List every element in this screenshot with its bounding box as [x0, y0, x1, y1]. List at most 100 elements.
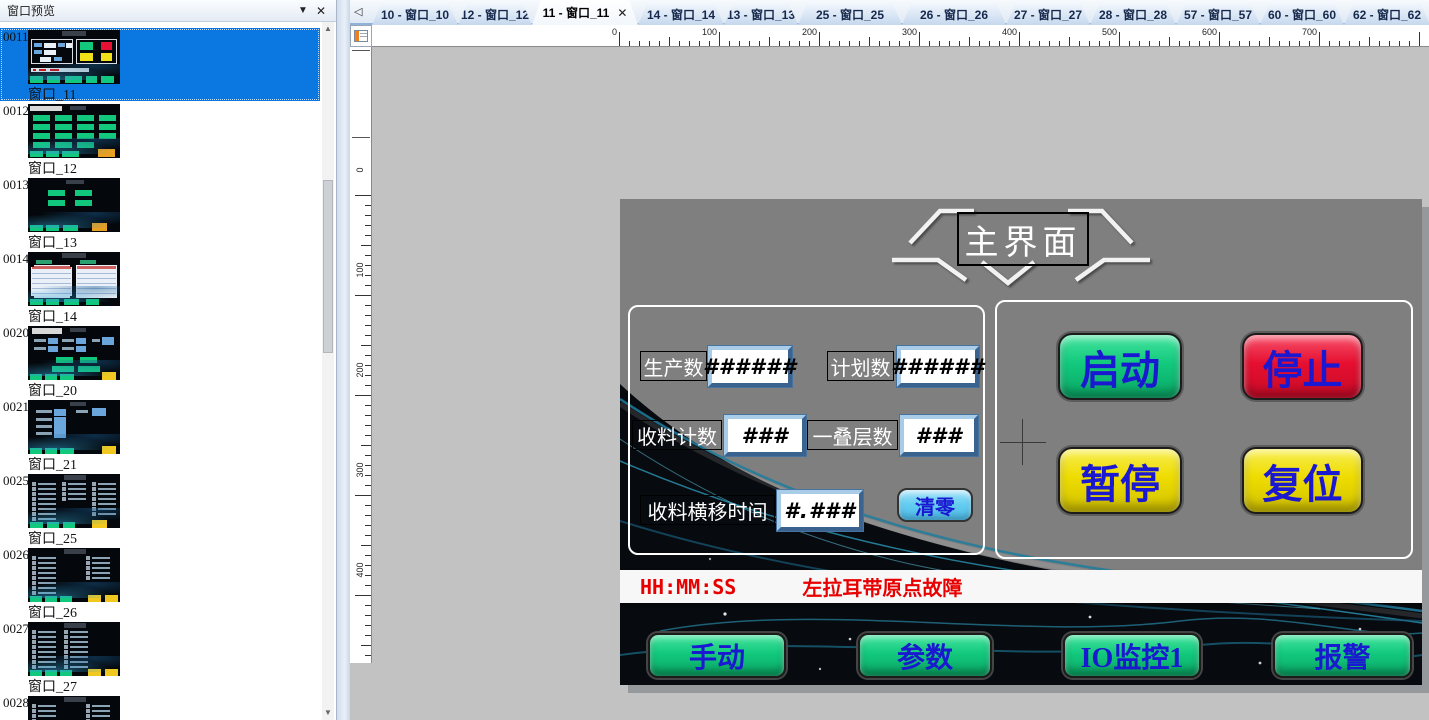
window-name: 窗口_27 [28, 676, 77, 696]
tab-label: 25 - 窗口_25 [816, 6, 884, 23]
hmi-design-window[interactable]: 主界面 生产数 ###### 计划数 ###### 收料计数 ### 一叠层数 … [620, 199, 1422, 685]
thumbnail-wave-decoration [28, 212, 120, 228]
alarm-time: HH:MM:SS [640, 575, 736, 599]
field-label-plan-count[interactable]: 计划数 [827, 351, 894, 381]
window-thumbnail[interactable] [28, 696, 120, 720]
page-icon [354, 30, 368, 42]
nav-alarm-button[interactable]: 报警 [1273, 633, 1412, 678]
window-preview-panel: 窗口预览 ▼ ✕ 0011窗口_110012窗口_120013窗口_130014… [0, 0, 336, 720]
sidebar-window-item[interactable]: 0025窗口_25 [0, 472, 320, 545]
window-name: 窗口_20 [28, 380, 77, 400]
window-preview-list: 0011窗口_11 0012 窗口_120013窗口_13 0014 窗口_140020… [0, 22, 322, 720]
window-thumbnail[interactable] [28, 252, 120, 306]
ruler-label: 700 [1277, 27, 1317, 37]
numeric-display-traverse-time[interactable]: #.### [777, 490, 863, 531]
pause-button[interactable]: 暂停 [1058, 447, 1182, 514]
alarm-status-bar[interactable]: HH:MM:SS 左拉耳带原点故障 [620, 570, 1422, 603]
window-thumbnail[interactable] [28, 178, 120, 232]
ruler-label: 200 [355, 355, 365, 385]
tab-10-10[interactable]: 10 - 窗口_10 [372, 4, 458, 25]
scrollbar-thumb[interactable] [323, 180, 333, 353]
tab-13-13[interactable]: 13 - 窗口_13 [724, 4, 798, 25]
tab-57-57[interactable]: 57 - 窗口_57 [1176, 4, 1260, 25]
sidebar-window-item[interactable]: 0021窗口_21 [0, 398, 320, 471]
sidebar-window-item[interactable]: 0012 窗口_12 [0, 102, 320, 175]
tab-26-26[interactable]: 26 - 窗口_26 [902, 4, 1006, 25]
numeric-display-production-count[interactable]: ###### [708, 346, 792, 387]
screen-title[interactable]: 主界面 [957, 212, 1089, 266]
ruler-label: 0 [577, 27, 617, 37]
panel-dropdown-icon[interactable]: ▼ [294, 5, 312, 16]
tab-60-60[interactable]: 60 - 窗口_60 [1260, 4, 1344, 25]
scroll-down-icon[interactable]: ▼ [322, 706, 334, 720]
sidebar-window-item[interactable]: 0020 窗口_20 [0, 324, 320, 397]
thumbnail-wave-decoration [28, 508, 120, 524]
numeric-display-collect-count[interactable]: ### [724, 415, 806, 456]
numeric-display-stack-layers[interactable]: ### [900, 415, 978, 456]
sidebar-window-item[interactable]: 0027 窗口_27 [0, 620, 320, 693]
window-thumbnail[interactable] [28, 474, 120, 528]
clear-button[interactable]: 清零 [897, 488, 973, 522]
tab-28-28[interactable]: 28 - 窗口_28 [1090, 4, 1176, 25]
tab-scroll-left-icon[interactable]: ◁ [354, 5, 362, 18]
window-tab-bar: ◁ 10 - 窗口_1012 - 窗口_1211 - 窗口_11✕14 - 窗口… [350, 0, 1429, 25]
ruler-label: 500 [1077, 27, 1117, 37]
horizontal-ruler: 0100200300400500600700 [372, 25, 1429, 47]
nav-io-monitor-button[interactable]: IO监控1 [1063, 633, 1201, 678]
window-thumbnail[interactable] [28, 622, 120, 676]
sidebar-window-item[interactable]: 0013窗口_13 [0, 176, 320, 249]
panel-splitter[interactable] [336, 0, 350, 720]
nav-manual-button[interactable]: 手动 [648, 633, 786, 678]
tab-27-27[interactable]: 27 - 窗口_27 [1006, 4, 1090, 25]
ruler-label: 300 [355, 455, 365, 485]
ruler-corner-button[interactable] [350, 25, 372, 47]
sidebar-window-item[interactable]: 0028窗口_28 [0, 694, 320, 720]
preview-panel-header: 窗口预览 ▼ ✕ [0, 0, 336, 22]
window-name: 窗口_26 [28, 602, 77, 622]
center-crosshair-icon [1022, 419, 1023, 465]
window-number: 0027 [3, 621, 29, 637]
window-number: 0012 [3, 103, 29, 119]
tab-62-62[interactable]: 62 - 窗口_62 [1344, 4, 1429, 25]
window-thumbnail[interactable] [28, 326, 120, 380]
window-name: 窗口_13 [28, 232, 77, 252]
window-name: 窗口_12 [28, 158, 77, 178]
window-number: 0011 [3, 29, 29, 45]
ruler-label: 0 [355, 155, 365, 185]
window-number: 0020 [3, 325, 29, 341]
panel-close-icon[interactable]: ✕ [312, 4, 330, 18]
stop-button[interactable]: 停止 [1242, 333, 1363, 400]
window-thumbnail[interactable] [28, 400, 120, 454]
tab-11-11[interactable]: 11 - 窗口_11✕ [532, 0, 638, 25]
ruler-label: 100 [355, 255, 365, 285]
field-label-production-count[interactable]: 生产数 [640, 351, 707, 381]
window-thumbnail[interactable] [28, 548, 120, 602]
field-label-collect-count[interactable]: 收料计数 [632, 420, 722, 450]
nav-parameters-button[interactable]: 参数 [858, 633, 992, 678]
window-name: 窗口_14 [28, 306, 77, 326]
field-label-traverse-time[interactable]: 收料横移时间 [640, 495, 775, 525]
window-thumbnail[interactable] [28, 104, 120, 158]
tab-12-12[interactable]: 12 - 窗口_12 [458, 4, 532, 25]
ruler-label: 100 [677, 27, 717, 37]
reset-button[interactable]: 复位 [1242, 447, 1363, 514]
field-label-stack-layers[interactable]: 一叠层数 [807, 420, 898, 450]
sidebar-window-item[interactable]: 0011窗口_11 [0, 28, 320, 101]
tab-label: 26 - 窗口_26 [920, 6, 988, 23]
scroll-up-icon[interactable]: ▲ [322, 22, 334, 36]
preview-scrollbar[interactable]: ▲ ▼ [322, 22, 334, 720]
sidebar-window-item[interactable]: 0026窗口_26 [0, 546, 320, 619]
alarm-message: 左拉耳带原点故障 [802, 572, 962, 601]
tab-14-14[interactable]: 14 - 窗口_14 [638, 4, 724, 25]
tab-25-25[interactable]: 25 - 窗口_25 [798, 4, 902, 25]
window-number: 0014 [3, 251, 29, 267]
numeric-display-plan-count[interactable]: ###### [897, 346, 979, 387]
tab-close-icon[interactable]: ✕ [617, 6, 627, 20]
start-button[interactable]: 启动 [1058, 333, 1182, 400]
ruler-label: 300 [877, 27, 917, 37]
tab-label: 27 - 窗口_27 [1014, 6, 1082, 23]
sidebar-window-item[interactable]: 0014 窗口_14 [0, 250, 320, 323]
window-thumbnail[interactable] [28, 30, 120, 84]
window-name: 窗口_25 [28, 528, 77, 548]
thumbnail-wave-decoration [28, 138, 120, 154]
